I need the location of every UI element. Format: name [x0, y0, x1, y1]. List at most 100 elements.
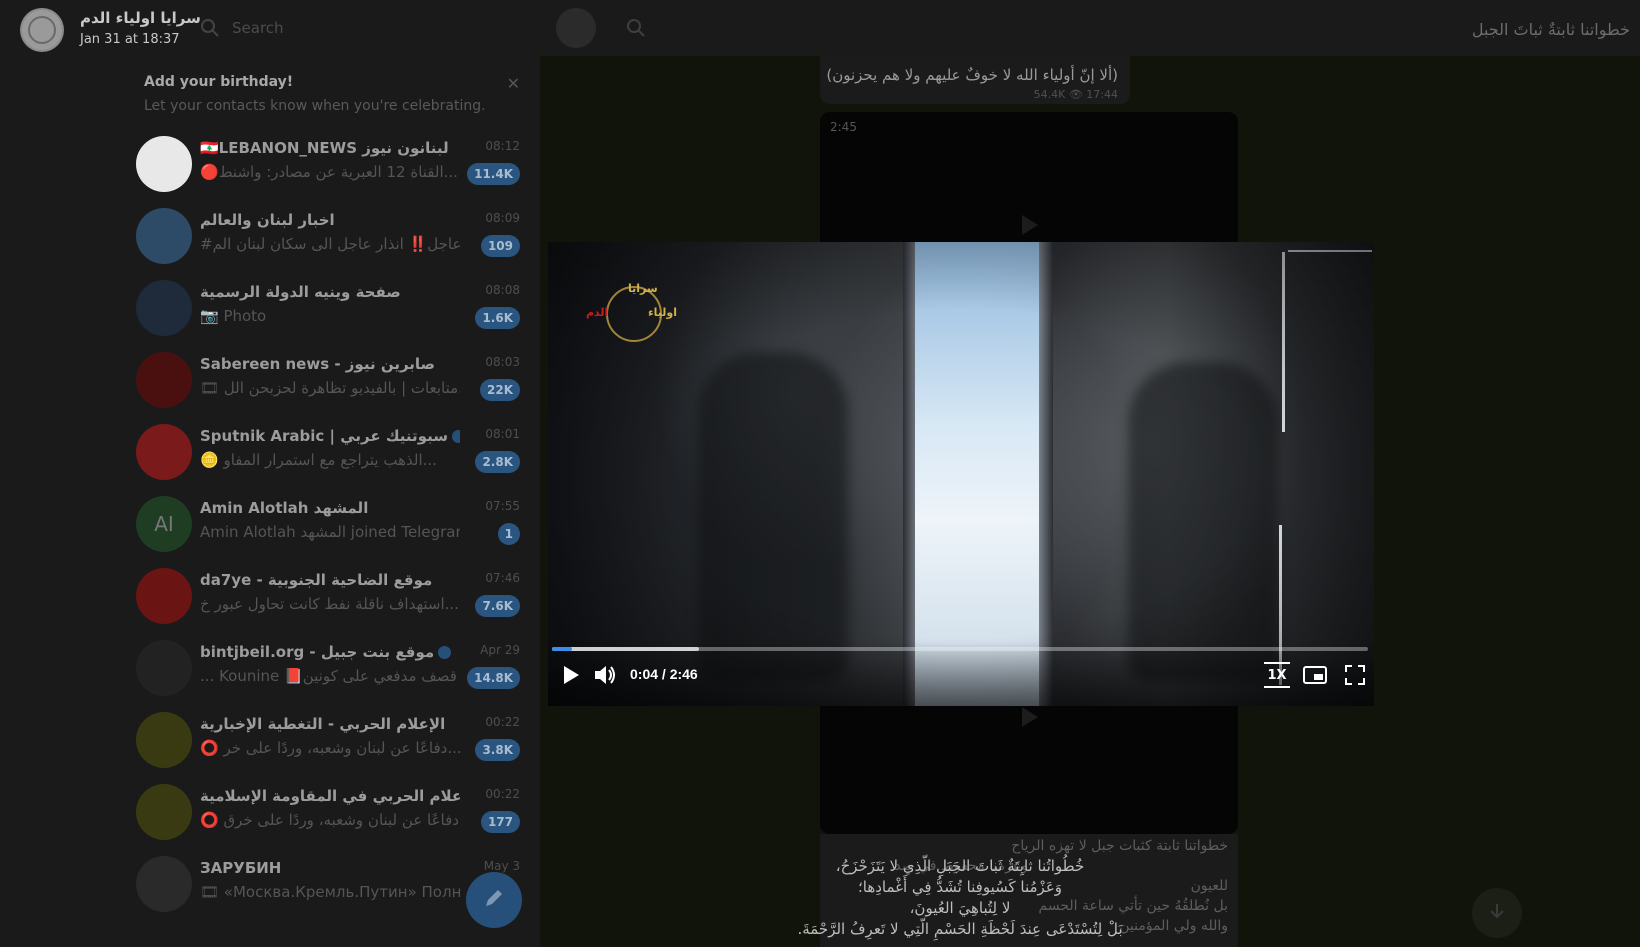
chat-list-item[interactable]: الإعلام الحربي - التغطية الإخبارية ⭕ دفا…: [126, 704, 540, 776]
message-line: والله ولي المؤمنين: [1119, 918, 1228, 934]
close-icon[interactable]: ✕: [507, 74, 520, 93]
eye-icon: 👁: [1068, 88, 1083, 101]
search-icon[interactable]: [626, 18, 646, 38]
watermark-text: سرايا: [628, 282, 658, 295]
chat-preview: Amin Alotlah المشهد joined Telegram: [200, 523, 460, 541]
chat-list-item[interactable]: bintjbeil.org - موقع بنت جبيل ... Kounin…: [126, 632, 540, 704]
chat-list-item[interactable]: اخبار لبنان والعالم #عاجل‼️ انذار عاجل ا…: [126, 200, 540, 272]
fullscreen-button[interactable]: [1342, 662, 1368, 688]
caption-line: خُطُواتُنا ثابِتَةٌ ثَباتَ الجَبَلِ الّذ…: [835, 857, 1085, 875]
chat-time: 00:22: [485, 787, 520, 801]
sidebar: Add your birthday! Let your contacts kno…: [0, 0, 540, 947]
chat-preview: #عاجل‼️ انذار عاجل الى سكان لبنان الم...: [200, 235, 460, 253]
birthday-title: Add your birthday!: [144, 74, 294, 90]
play-icon[interactable]: [1016, 704, 1042, 730]
play-icon: [564, 666, 579, 684]
video-player[interactable]: سرايا اولياء الدم 0:04 / 2:46 1X: [548, 242, 1374, 706]
birthday-banner[interactable]: Add your birthday! Let your contacts kno…: [126, 62, 540, 124]
message-line: للعيون: [1190, 878, 1228, 894]
post-date: Jan 31 at 18:37: [80, 32, 180, 47]
chat-time: 08:08: [485, 283, 520, 297]
chat-name: da7ye - موقع الضاحية الجنوبية: [200, 571, 432, 589]
chat-name: الإعلام الحربي في المقاومة الإسلامية: [200, 787, 460, 805]
chat-list-item[interactable]: AI Amin Alotlah المشهد Amin Alotlah المش…: [126, 488, 540, 560]
unread-badge: 3.8K: [475, 739, 520, 761]
chat-time: 07:55: [485, 499, 520, 513]
chat-name: bintjbeil.org - موقع بنت جبيل: [200, 643, 452, 661]
avatar: [136, 784, 192, 840]
chat-header-title: خطواتنا ثابتةٌ ثباتَ الجبل: [1471, 20, 1630, 39]
chat-name-text: Amin Alotlah المشهد: [200, 499, 369, 517]
progress-bar[interactable]: [552, 647, 1368, 651]
volume-icon: [595, 666, 615, 684]
chat-name-text: Sabereen news - صابرين نيوز: [200, 355, 436, 373]
chat-header: خطواتنا ثابتةٌ ثباتَ الجبل: [540, 0, 1640, 56]
chat-time: 08:01: [485, 427, 520, 441]
avatar: [136, 712, 192, 768]
verified-icon: [451, 430, 460, 443]
pip-button[interactable]: [1302, 662, 1328, 688]
chat-list-item[interactable]: Sputnik Arabic | سبوتنيك عربي 🪙 الذهب يت…: [126, 416, 540, 488]
avatar: AI: [136, 496, 192, 552]
compose-button[interactable]: [466, 872, 522, 928]
chat-list-item[interactable]: da7ye - موقع الضاحية الجنوبية استهداف نا…: [126, 560, 540, 632]
progress-fill: [552, 647, 573, 651]
play-icon[interactable]: [1016, 212, 1042, 238]
caption-line: لا لِتُباهِيَ العُيونَ،: [909, 899, 1011, 917]
chat-list-item[interactable]: الإعلام الحربي في المقاومة الإسلامية ⭕ د…: [126, 776, 540, 848]
chat-time: Apr 29: [480, 643, 520, 657]
chat-name-text: الإعلام الحربي في المقاومة الإسلامية: [200, 787, 460, 805]
volume-button[interactable]: [592, 662, 618, 688]
chat-list-item[interactable]: 🇱🇧LEBANON_NEWS لبنانون نيوز 🔴القناة 12 ا…: [126, 128, 540, 200]
chat-preview: ... Kounine 📕قصف مدفعي على كونين: [200, 667, 457, 685]
video-duration: 2:45: [830, 120, 857, 134]
chat-name: Sputnik Arabic | سبوتنيك عربي: [200, 427, 460, 445]
chat-name: Sabereen news - صابرين نيوز: [200, 355, 435, 373]
chat-list-item[interactable]: صفحة وينيه الدولة الرسمية 📷 Photo 08:08 …: [126, 272, 540, 344]
chat-time: 07:46: [485, 571, 520, 585]
chat-name-text: ЗАРУБИН: [200, 859, 282, 877]
message-meta: 54.4K 👁 17:44: [1034, 88, 1118, 101]
speed-button[interactable]: 1X: [1264, 662, 1290, 688]
chat-time: 00:22: [485, 715, 520, 729]
message-time: 17:44: [1086, 88, 1118, 101]
unread-badge: 2.8K: [475, 451, 520, 473]
chat-name-text: الإعلام الحربي - التغطية الإخبارية: [200, 715, 446, 733]
avatar: [136, 352, 192, 408]
player-controls: 0:04 / 2:46 1X: [548, 642, 1374, 706]
picture-in-picture-icon: [1303, 666, 1327, 684]
message-bubble[interactable]: (ألا إنّ أولياء الله لا خوفٌ عليهم ولا ه…: [820, 56, 1130, 104]
arrow-down-icon: [1487, 901, 1507, 925]
chat-name-text: da7ye - موقع الضاحية الجنوبية: [200, 571, 433, 589]
channel-avatar[interactable]: [556, 8, 596, 48]
unread-badge: 1: [497, 523, 520, 545]
fullscreen-icon: [1345, 665, 1365, 685]
unread-badge: 14.8K: [467, 667, 520, 689]
telegram-app: Add your birthday! Let your contacts kno…: [0, 0, 1640, 947]
scroll-down-button[interactable]: [1472, 888, 1522, 938]
avatar: [136, 280, 192, 336]
chat-preview: ⭕ دفاعًا عن لبنان وشعبه، وردًا على خر...: [200, 739, 460, 757]
watermark-text: اولياء: [648, 306, 677, 319]
chat-time: 08:12: [485, 139, 520, 153]
message-line: خطواتنا ثابتة كثبات جبل لا تهزه الرياح: [1011, 838, 1228, 854]
progress-buffer: [552, 647, 699, 651]
play-button[interactable]: [558, 662, 584, 688]
avatar: [136, 424, 192, 480]
channel-title: سرايا اولياء الدم: [80, 9, 201, 27]
watermark-text: الدم: [586, 306, 609, 319]
chat-name-text: Sputnik Arabic | سبوتنيك عربي: [200, 427, 448, 445]
caption-line: بَلْ لِتُسْتَدْعَى عِندَ لَحْظَةِ الحَسْ…: [797, 920, 1123, 938]
chat-preview: استهداف ناقلة نفط كانت تحاول عبور خ...: [200, 595, 459, 613]
chat-time: 08:03: [485, 355, 520, 369]
chat-list-item[interactable]: Sabereen news - صابرين نيوز 🎞 متابعات | …: [126, 344, 540, 416]
chat-name-text: اخبار لبنان والعالم: [200, 211, 335, 229]
unread-badge: 1.6K: [475, 307, 520, 329]
unread-badge: 109: [480, 235, 520, 257]
birthday-subtitle: Let your contacts know when you're celeb…: [144, 98, 486, 114]
chat-name: Amin Alotlah المشهد: [200, 499, 368, 517]
chat-name: صفحة وينيه الدولة الرسمية: [200, 283, 401, 301]
chat-name: ЗАРУБИН: [200, 859, 281, 877]
chat-preview: 🎞 متابعات | بالفيديو تظاهرة لحزبحن الل..…: [200, 379, 460, 397]
channel-avatar[interactable]: [20, 8, 64, 52]
